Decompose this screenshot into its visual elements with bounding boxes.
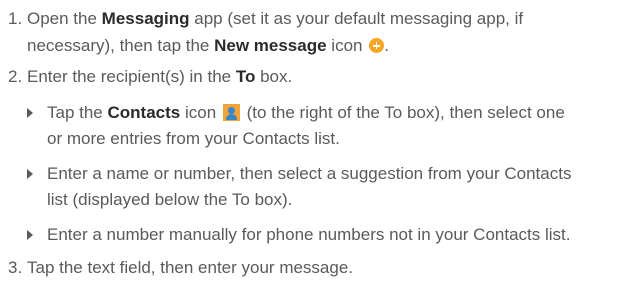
step-3-line-1: Tap the text field, then enter your mess…: [27, 258, 354, 277]
new-message-label: New message: [214, 36, 327, 55]
bullet-2-line-1: Enter a name or number, then select a su…: [47, 164, 572, 183]
bullet-1-line-1: Tap the Contacts icon (to the right of t…: [47, 102, 565, 123]
new-message-icon: [369, 38, 385, 53]
text-run: icon: [180, 103, 217, 122]
step-number: 1.: [8, 9, 23, 28]
text-run: icon: [326, 36, 363, 55]
text-run: .: [384, 36, 389, 55]
step-2-line-1: Enter the recipient(s) in the To box.: [27, 66, 292, 87]
text-run: (to the right of the To box), then selec…: [241, 103, 565, 122]
bullet-arrow-icon: [27, 169, 33, 179]
bullet-2-line-2: list (displayed below the To box).: [47, 190, 293, 209]
text-run: necessary), then tap the: [27, 36, 215, 55]
step-1-line-2: necessary), then tap the New message ico…: [27, 35, 389, 56]
bullet-3-line-1: Enter a number manually for phone number…: [47, 225, 571, 244]
messaging-app-label: Messaging: [101, 9, 190, 28]
contacts-label: Contacts: [107, 103, 181, 122]
contacts-icon: [222, 104, 240, 121]
step-number: 3.: [8, 258, 23, 277]
step-1-line-1: Open the Messaging app (set it as your d…: [27, 8, 523, 29]
bullet-1-line-2: or more entries from your Contacts list.: [47, 129, 340, 148]
text-run: app (set it as your default messaging ap…: [189, 9, 524, 28]
text-run: Enter the recipient(s) in the: [27, 67, 236, 86]
to-box-label: To: [235, 67, 256, 86]
step-number: 2.: [8, 67, 23, 86]
instructions-document: 1. Open the Messaging app (set it as you…: [0, 0, 636, 281]
text-run: Open the: [27, 9, 102, 28]
bullet-arrow-icon: [27, 108, 33, 118]
text-run: Tap the: [47, 103, 108, 122]
bullet-arrow-icon: [27, 230, 33, 240]
text-run: box.: [255, 67, 293, 86]
